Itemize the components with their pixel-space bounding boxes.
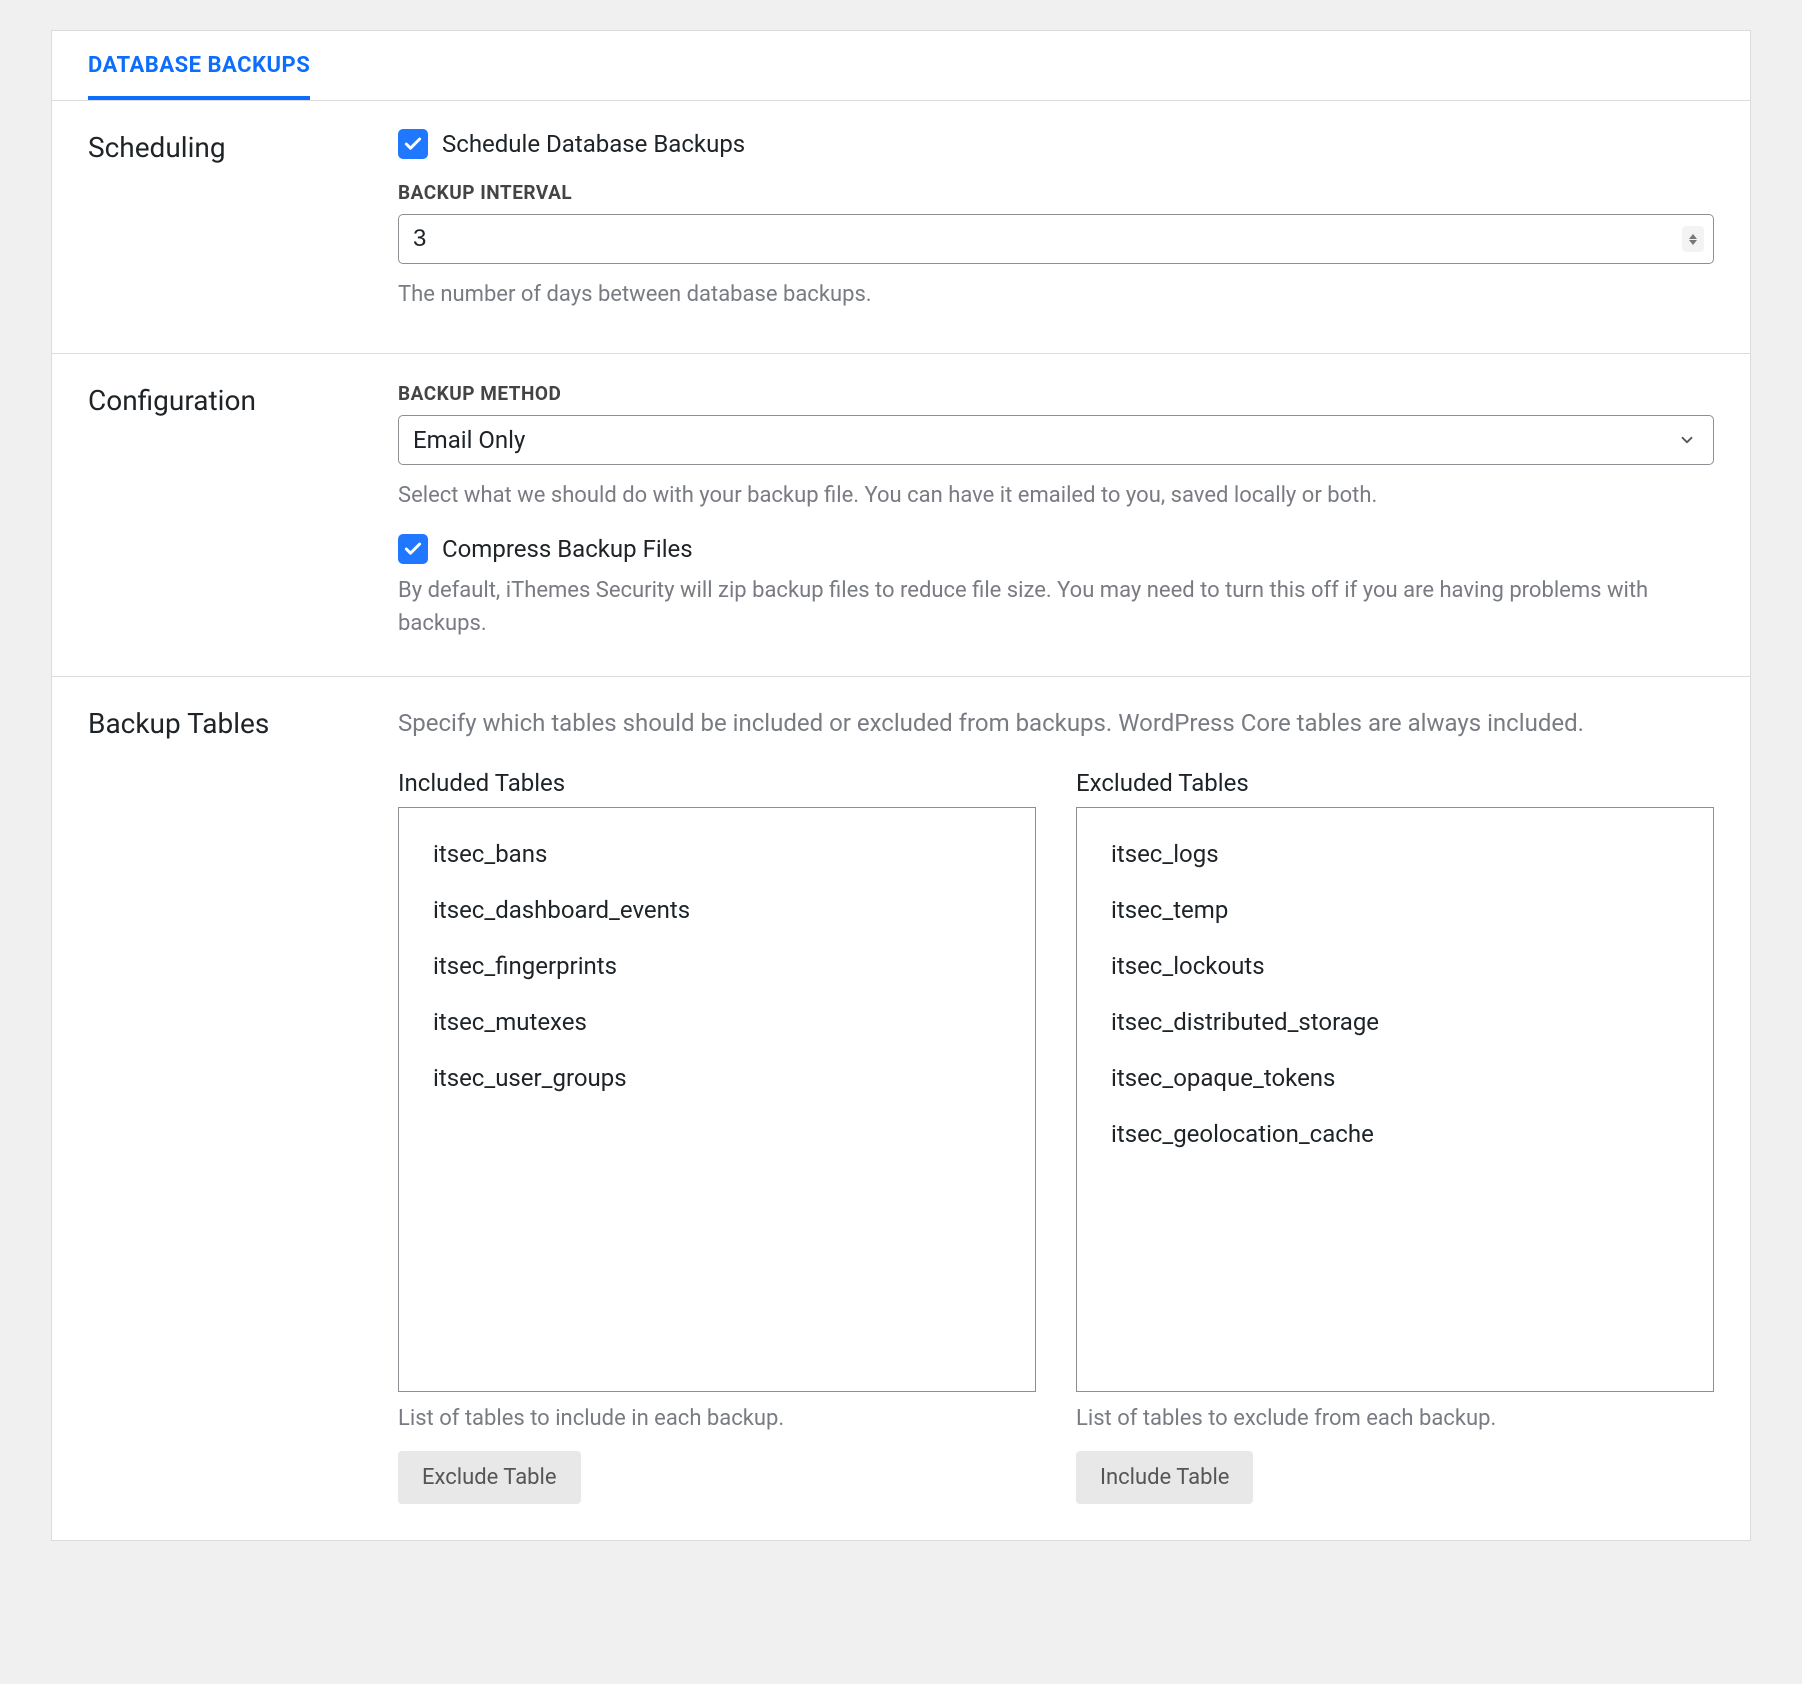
section-content-backup-tables: Specify which tables should be included … — [398, 705, 1714, 1504]
settings-panel: DATABASE BACKUPS Scheduling Schedule Dat… — [51, 30, 1751, 1541]
check-icon — [403, 539, 423, 559]
section-content-scheduling: Schedule Database Backups BACKUP INTERVA… — [398, 129, 1714, 317]
backup-method-help: Select what we should do with your backu… — [398, 479, 1714, 512]
section-content-configuration: BACKUP METHOD Email Only Select what we … — [398, 382, 1714, 640]
excluded-tables-heading: Excluded Tables — [1076, 769, 1714, 797]
backup-interval-help: The number of days between database back… — [398, 278, 1714, 311]
schedule-enable-row: Schedule Database Backups — [398, 129, 1714, 159]
exclude-table-button[interactable]: Exclude Table — [398, 1451, 581, 1504]
backup-interval-label: BACKUP INTERVAL — [398, 181, 1714, 204]
list-item[interactable]: itsec_bans — [399, 826, 1035, 882]
included-tables-col: Included Tables itsec_bansitsec_dashboar… — [398, 769, 1036, 1504]
list-item[interactable]: itsec_dashboard_events — [399, 882, 1035, 938]
tab-database-backups[interactable]: DATABASE BACKUPS — [88, 31, 310, 100]
section-scheduling: Scheduling Schedule Database Backups BAC… — [52, 101, 1750, 354]
list-item[interactable]: itsec_geolocation_cache — [1077, 1106, 1713, 1162]
chevron-up-icon — [1689, 234, 1697, 239]
list-item[interactable]: itsec_logs — [1077, 826, 1713, 882]
backup-method-select-wrap: Email Only — [398, 415, 1714, 465]
compress-label: Compress Backup Files — [442, 535, 693, 563]
included-tables-heading: Included Tables — [398, 769, 1036, 797]
excluded-tables-col: Excluded Tables itsec_logsitsec_tempitse… — [1076, 769, 1714, 1504]
included-tables-help: List of tables to include in each backup… — [398, 1406, 1036, 1431]
include-table-button[interactable]: Include Table — [1076, 1451, 1253, 1504]
list-item[interactable]: itsec_lockouts — [1077, 938, 1713, 994]
excluded-tables-help: List of tables to exclude from each back… — [1076, 1406, 1714, 1431]
section-heading-backup-tables: Backup Tables — [88, 705, 398, 1504]
chevron-down-icon — [1689, 240, 1697, 245]
backup-tables-intro: Specify which tables should be included … — [398, 705, 1714, 741]
backup-interval-input-wrap — [398, 214, 1714, 264]
list-item[interactable]: itsec_temp — [1077, 882, 1713, 938]
number-stepper[interactable] — [1682, 226, 1704, 252]
section-heading-configuration: Configuration — [88, 382, 398, 640]
section-heading-scheduling: Scheduling — [88, 129, 398, 317]
check-icon — [403, 134, 423, 154]
section-backup-tables: Backup Tables Specify which tables shoul… — [52, 677, 1750, 1540]
backup-interval-input[interactable] — [398, 214, 1714, 264]
list-item[interactable]: itsec_opaque_tokens — [1077, 1050, 1713, 1106]
schedule-enable-checkbox[interactable] — [398, 129, 428, 159]
tab-bar: DATABASE BACKUPS — [52, 31, 1750, 101]
excluded-tables-listbox[interactable]: itsec_logsitsec_tempitsec_lockoutsitsec_… — [1076, 807, 1714, 1392]
list-item[interactable]: itsec_mutexes — [399, 994, 1035, 1050]
included-tables-listbox[interactable]: itsec_bansitsec_dashboard_eventsitsec_fi… — [398, 807, 1036, 1392]
compress-row: Compress Backup Files — [398, 534, 1714, 564]
tables-row: Included Tables itsec_bansitsec_dashboar… — [398, 769, 1714, 1504]
schedule-enable-label: Schedule Database Backups — [442, 130, 745, 158]
backup-method-label: BACKUP METHOD — [398, 382, 1714, 405]
list-item[interactable]: itsec_fingerprints — [399, 938, 1035, 994]
list-item[interactable]: itsec_user_groups — [399, 1050, 1035, 1106]
section-configuration: Configuration BACKUP METHOD Email Only S… — [52, 354, 1750, 677]
backup-method-select[interactable]: Email Only — [398, 415, 1714, 465]
compress-checkbox[interactable] — [398, 534, 428, 564]
list-item[interactable]: itsec_distributed_storage — [1077, 994, 1713, 1050]
compress-help: By default, iThemes Security will zip ba… — [398, 574, 1714, 640]
